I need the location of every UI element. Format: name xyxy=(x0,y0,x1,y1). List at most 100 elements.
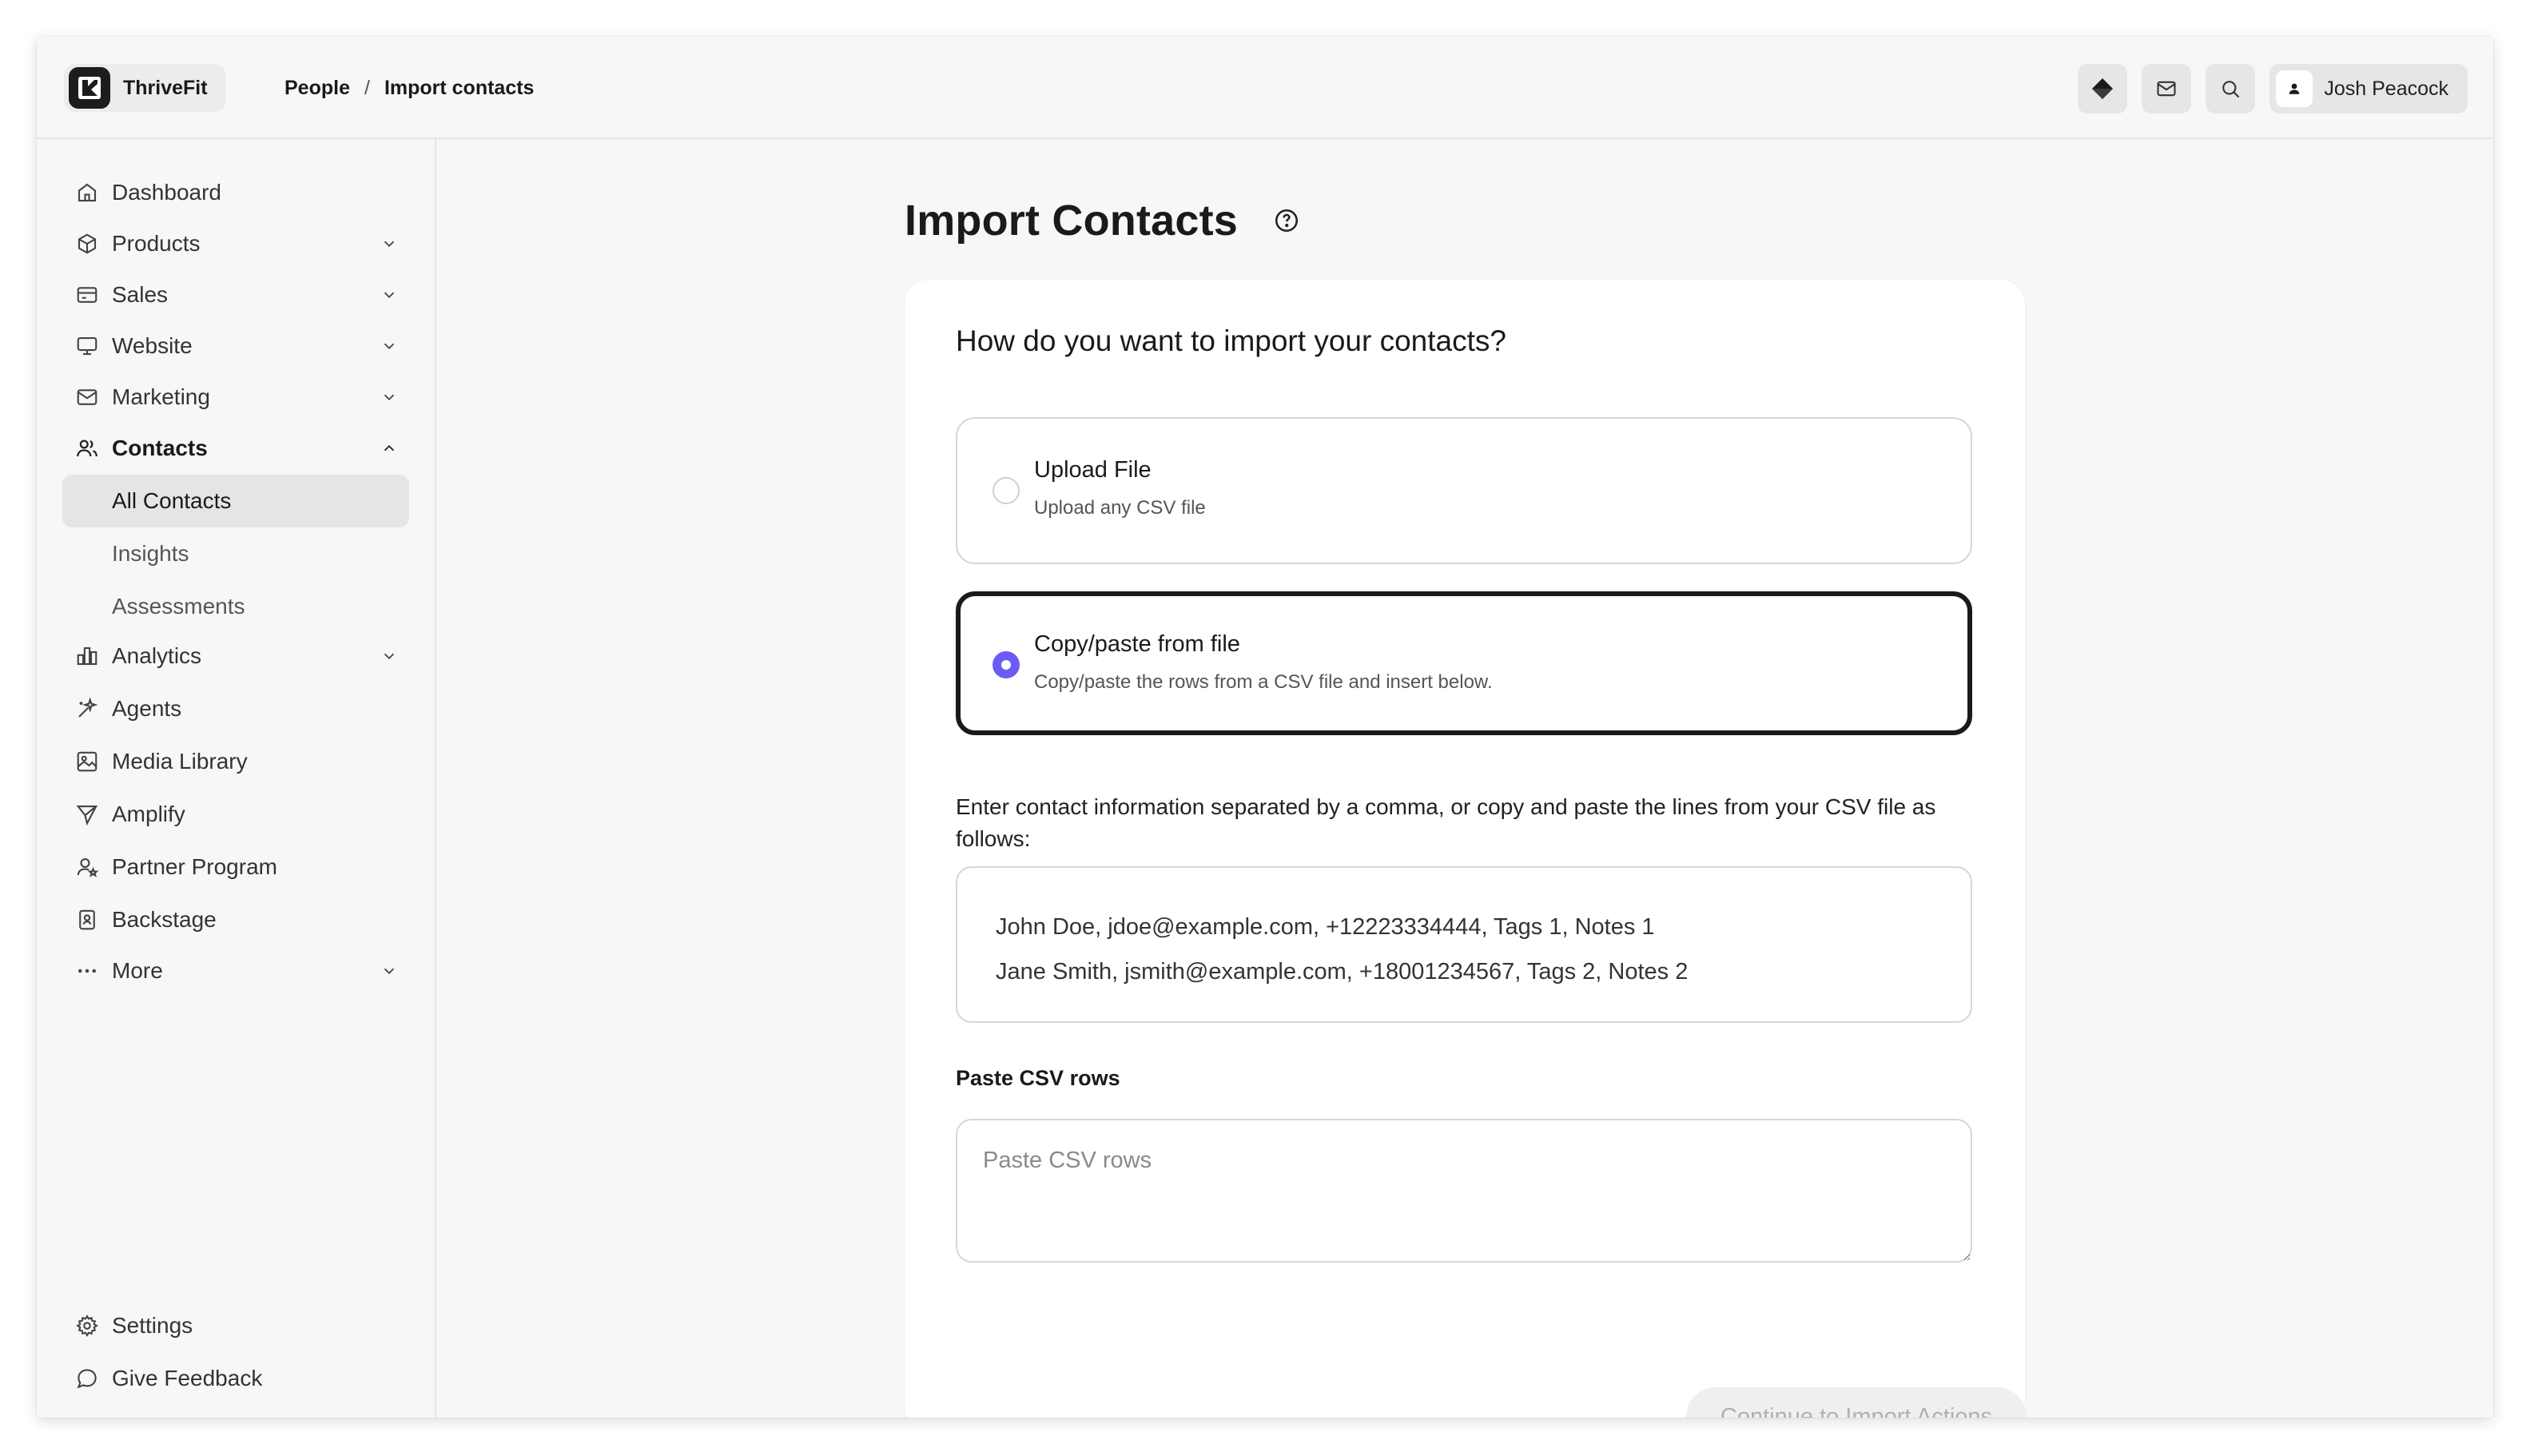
gear-icon xyxy=(76,1315,98,1337)
sidebar-item-label: Products xyxy=(112,231,201,256)
breadcrumb-people-link[interactable]: People xyxy=(284,77,350,100)
send-icon xyxy=(76,805,98,826)
sidebar-item-settings[interactable]: Settings xyxy=(62,1301,409,1351)
copy-paste-radio[interactable] xyxy=(993,651,1020,678)
top-actions: Josh Peacock xyxy=(2078,64,2468,113)
chevron-down-icon xyxy=(384,292,395,299)
brand-switcher[interactable]: ThriveFit xyxy=(64,64,225,112)
help-icon[interactable] xyxy=(1273,207,1300,234)
chevron-down-icon xyxy=(384,968,395,975)
sidebar-item-label: Backstage xyxy=(112,907,217,932)
badge-icon xyxy=(79,909,95,930)
sidebar-item-label: Media Library xyxy=(112,749,248,774)
sidebar-item-marketing[interactable]: Marketing xyxy=(62,372,409,422)
monitor-icon xyxy=(77,336,97,356)
sidebar-item-contacts[interactable]: Contacts xyxy=(62,424,409,473)
box-icon xyxy=(78,233,97,254)
sidebar-item-dashboard[interactable]: Dashboard xyxy=(62,168,409,217)
page-header: Import Contacts xyxy=(905,189,1300,253)
user-star-icon xyxy=(77,857,99,877)
sidebar-item-label: Settings xyxy=(112,1313,193,1338)
upload-file-radio[interactable] xyxy=(993,477,1020,504)
mail-icon xyxy=(2157,81,2176,97)
sidebar-item-sales[interactable]: Sales xyxy=(62,270,409,320)
sidebar: Dashboard Products Sales Website Marketi… xyxy=(37,139,436,1418)
sidebar-item-label: Sales xyxy=(112,282,169,307)
sidebar-item-assessments[interactable]: Assessments xyxy=(62,582,409,631)
sidebar-item-label: Contacts xyxy=(112,436,208,460)
chevron-down-icon xyxy=(384,241,395,248)
paste-csv-textarea[interactable] xyxy=(956,1119,1972,1263)
chevron-down-icon xyxy=(384,343,395,350)
sidebar-item-label: Website xyxy=(112,333,193,358)
mail-icon xyxy=(77,389,97,405)
sidebar-item-all-contacts[interactable]: All Contacts xyxy=(62,475,409,527)
sidebar-item-label: All Contacts xyxy=(112,488,232,513)
sidebar-item-insights[interactable]: Insights xyxy=(62,529,409,579)
option-subtitle: Copy/paste the rows from a CSV file and … xyxy=(1034,671,1493,693)
user-icon xyxy=(2289,83,2300,94)
top-bar: ThriveFit People / Import contacts Josh … xyxy=(37,37,2493,139)
breadcrumb-separator: / xyxy=(364,76,370,99)
avatar xyxy=(2276,70,2313,107)
user-menu-button[interactable]: Josh Peacock xyxy=(2269,64,2468,113)
breadcrumb-current: Import contacts xyxy=(384,76,535,99)
bar-chart-icon xyxy=(77,646,97,666)
diamond-icon xyxy=(2092,78,2114,99)
option-subtitle: Upload any CSV file xyxy=(1034,497,1206,519)
sidebar-item-media-library[interactable]: Media Library xyxy=(62,737,409,786)
sidebar-item-agents[interactable]: Agents xyxy=(62,684,409,734)
sidebar-item-label: Give Feedback xyxy=(112,1366,263,1390)
image-icon xyxy=(77,751,97,772)
csv-example-line: Jane Smith, jsmith@example.com, +1800123… xyxy=(996,959,1689,985)
continue-to-import-actions-button[interactable]: Continue to Import Actions xyxy=(1686,1387,2027,1418)
breadcrumb: People / Import contacts xyxy=(284,37,534,139)
sidebar-item-label: Dashboard xyxy=(112,180,221,205)
sidebar-item-label: Marketing xyxy=(112,384,210,409)
page-title: Import Contacts xyxy=(905,197,1239,245)
home-icon xyxy=(78,183,97,202)
sidebar-item-website[interactable]: Website xyxy=(62,321,409,371)
option-title: Upload File xyxy=(1034,457,1152,483)
chevron-up-icon xyxy=(384,444,395,452)
sidebar-item-label: Assessments xyxy=(112,594,245,619)
chevron-down-icon xyxy=(384,394,395,401)
brand-name: ThriveFit xyxy=(123,76,208,99)
search-icon xyxy=(2222,81,2240,98)
sidebar-item-label: Insights xyxy=(112,541,189,566)
user-name: Josh Peacock xyxy=(2324,77,2448,100)
sidebar-item-label: Amplify xyxy=(112,802,185,826)
sidebar-item-backstage[interactable]: Backstage xyxy=(62,895,409,945)
credit-card-icon xyxy=(77,287,97,303)
app-window: ThriveFit People / Import contacts Josh … xyxy=(37,37,2493,1418)
sidebar-item-label: Analytics xyxy=(112,643,202,668)
paste-csv-label: Paste CSV rows xyxy=(956,1066,1120,1090)
sidebar-item-more[interactable]: More xyxy=(62,946,409,996)
csv-example-box: John Doe, jdoe@example.com, +12223334444… xyxy=(956,866,1972,1023)
sidebar-item-label: More xyxy=(112,958,163,983)
import-card: How do you want to import your contacts?… xyxy=(905,280,2027,1418)
csv-example-line: John Doe, jdoe@example.com, +12223334444… xyxy=(996,914,1655,940)
sidebar-item-give-feedback[interactable]: Give Feedback xyxy=(62,1354,409,1403)
upgrade-button[interactable] xyxy=(2078,64,2128,113)
sidebar-item-analytics[interactable]: Analytics xyxy=(62,631,409,681)
sidebar-item-amplify[interactable]: Amplify xyxy=(62,790,409,839)
option-copy-paste[interactable]: Copy/paste from file Copy/paste the rows… xyxy=(956,591,1972,735)
search-button[interactable] xyxy=(2206,64,2256,113)
inbox-button[interactable] xyxy=(2142,64,2192,113)
sidebar-item-products[interactable]: Products xyxy=(62,219,409,269)
chat-icon xyxy=(77,1369,97,1389)
radio-selected-dot xyxy=(1001,660,1011,670)
chevron-down-icon xyxy=(384,653,395,660)
import-question: How do you want to import your contacts? xyxy=(956,324,1506,357)
sidebar-item-label: Agents xyxy=(112,696,182,721)
users-icon xyxy=(77,440,97,457)
import-instructions: Enter contact information separated by a… xyxy=(956,794,1936,851)
sidebar-item-label: Partner Program xyxy=(112,854,277,879)
brand-logo-icon xyxy=(69,67,110,109)
option-upload-file[interactable]: Upload File Upload any CSV file xyxy=(956,417,1972,564)
dots-icon xyxy=(78,969,96,973)
sparkle-icon xyxy=(78,697,98,718)
option-title: Copy/paste from file xyxy=(1034,631,1240,657)
sidebar-item-partner-program[interactable]: Partner Program xyxy=(62,842,409,892)
